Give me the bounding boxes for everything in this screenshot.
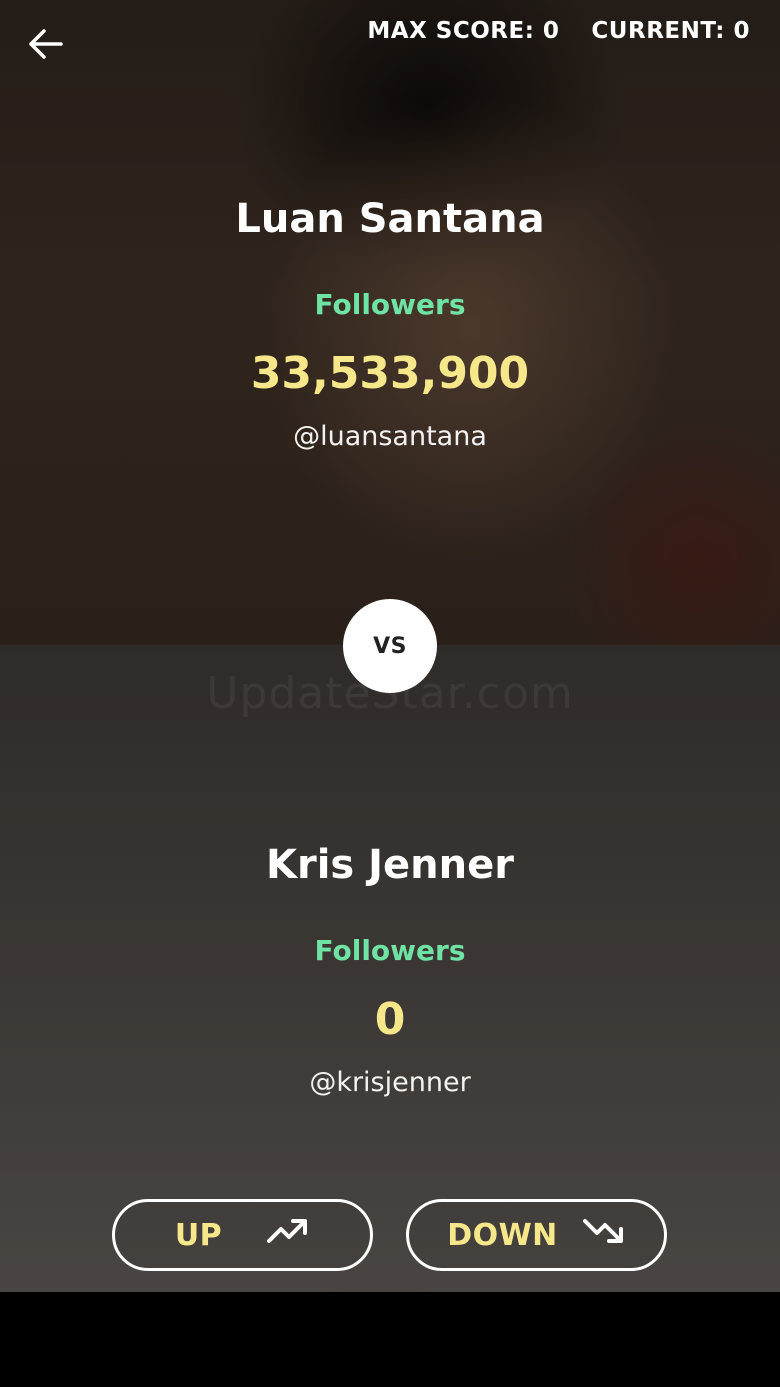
top-metric-label: Followers — [314, 288, 466, 321]
max-score: MAX SCORE: 0 — [367, 18, 560, 44]
top-person-name: Luan Santana — [235, 196, 545, 242]
bottom-person-name: Kris Jenner — [266, 842, 514, 888]
arrow-left-icon — [28, 28, 64, 64]
vs-badge: VS — [343, 599, 437, 693]
up-button[interactable]: UP — [112, 1199, 373, 1271]
bottom-metric-label: Followers — [314, 934, 466, 967]
up-button-label: UP — [174, 1217, 223, 1253]
game-screen: UpdateStar.com MAX SCORE: 0 CURRENT: 0 L… — [0, 0, 780, 1387]
trending-up-icon — [266, 1217, 310, 1253]
score-bar: MAX SCORE: 0 CURRENT: 0 — [367, 18, 750, 44]
down-button-label: DOWN — [447, 1217, 558, 1253]
top-follower-count: 33,533,900 — [250, 348, 530, 399]
bottom-follower-count: 0 — [374, 994, 406, 1045]
bottom-handle: @krisjenner — [309, 1067, 471, 1098]
down-button[interactable]: DOWN — [406, 1199, 667, 1271]
bottom-card-background — [0, 645, 780, 1292]
top-handle: @luansantana — [293, 421, 487, 452]
current-score: CURRENT: 0 — [591, 18, 750, 44]
trending-down-icon — [582, 1217, 626, 1253]
back-button[interactable] — [22, 24, 70, 68]
top-card-background — [0, 0, 780, 645]
